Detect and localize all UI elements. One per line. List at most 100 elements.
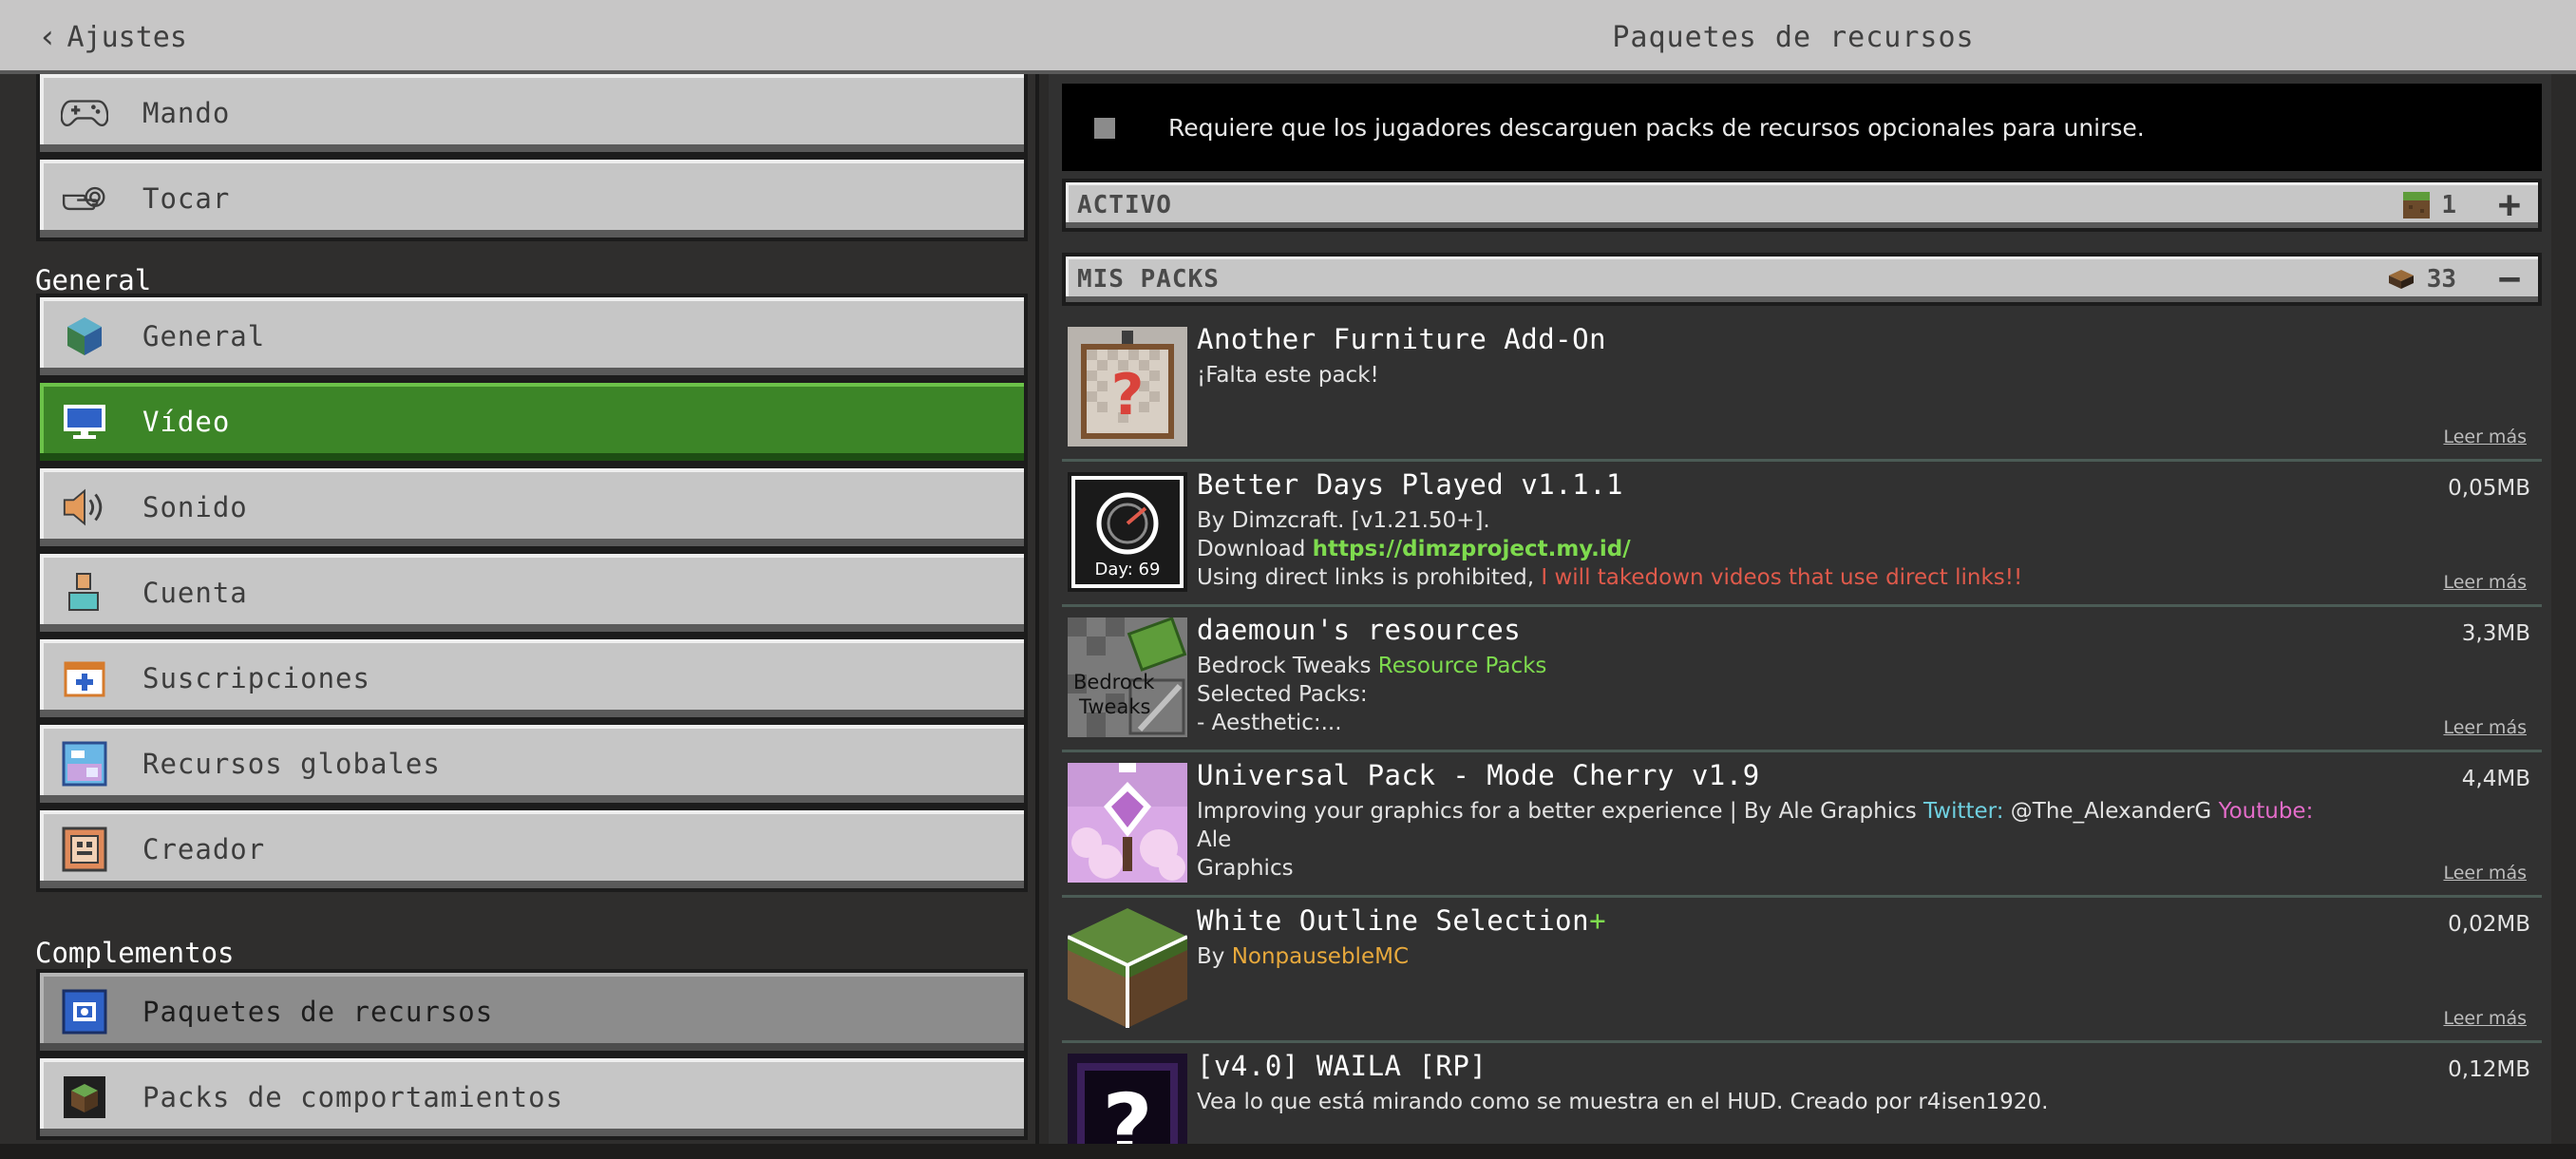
pack-description: Vea lo que está mirando como se muestra …: [1197, 1088, 2337, 1116]
sidebar-item-label: General: [142, 320, 266, 352]
sidebar-item-tocar[interactable]: Tocar: [36, 156, 1028, 241]
pack-thumbnail: [1068, 763, 1187, 883]
desc-text: By: [1197, 944, 1232, 969]
my-packs-header-label: MIS PACKS: [1077, 265, 1220, 294]
pack-thumbnail: ?: [1068, 1054, 1187, 1144]
cube-icon: [61, 313, 108, 360]
pack-size: 3,3MB: [2461, 621, 2530, 646]
pack-desc-line: Vea lo que está mirando como se muestra …: [1197, 1090, 2049, 1114]
pack-desc-line: Improving your graphics for a better exp…: [1197, 797, 2337, 854]
read-more-link[interactable]: Leer más: [2443, 1008, 2527, 1029]
sidebar-item-paquetes-de-recursos[interactable]: Paquetes de recursos: [36, 969, 1028, 1054]
resource-pack-icon: [61, 988, 108, 1036]
page-title: Paquetes de recursos: [1612, 20, 1975, 54]
sidebar-item-sonido[interactable]: Sonido: [36, 465, 1028, 550]
account-icon: [61, 569, 108, 617]
sidebar-item-label: Tocar: [142, 182, 231, 215]
gamepad-icon: [61, 89, 108, 137]
sidebar-item-label: Recursos globales: [142, 748, 441, 780]
sidebar-item-label: Suscripciones: [142, 662, 370, 694]
pack-item[interactable]: ? [v4.0] WAILA [RP] Vea lo que está mira…: [1062, 1046, 2542, 1144]
top-bar: ‹ Ajustes Paquetes de recursos: [0, 0, 2576, 74]
desc-text: Bedrock Tweaks: [1197, 654, 1378, 678]
desc-text: Using direct links is prohibited,: [1197, 565, 1542, 590]
youtube-label: Youtube:: [2218, 799, 2314, 824]
pack-missing-text: ¡Falta este pack!: [1197, 363, 1379, 388]
twitter-label: Twitter:: [1923, 799, 2004, 824]
pack-desc-line: Graphics: [1197, 856, 1294, 881]
read-more-link[interactable]: Leer más: [2443, 427, 2527, 447]
my-packs-count-value: 33: [2426, 265, 2456, 294]
section-title-general: General: [35, 264, 152, 296]
pack-name-text: White Outline Selection: [1197, 904, 1590, 937]
sidebar-item-suscripciones[interactable]: Suscripciones: [36, 636, 1028, 721]
sidebar-item-video[interactable]: Vídeo: [36, 379, 1028, 465]
collapse-packs-button[interactable]: −: [2498, 256, 2521, 302]
pack-thumbnail: Bedrock Tweaks: [1068, 618, 1187, 737]
pack-item[interactable]: Bedrock Tweaks daemoun's resources Bedro…: [1062, 610, 2542, 752]
monitor-icon: [61, 398, 108, 446]
pack-desc-line: By NonpausebleMC: [1197, 942, 2337, 971]
back-button[interactable]: ‹ Ajustes: [38, 0, 187, 74]
desc-text: Improving your graphics for a better exp…: [1197, 799, 1924, 824]
desc-text: Ale: [1197, 827, 1232, 852]
svg-text:?: ?: [1111, 362, 1145, 428]
download-link[interactable]: https://dimzproject.my.id/: [1313, 537, 1631, 561]
pack-name-plus: +: [1589, 904, 1607, 937]
sidebar-item-creador[interactable]: Creador: [36, 807, 1028, 892]
pack-description: By Dimzcraft. [v1.21.50+]. Download http…: [1197, 506, 2337, 592]
sidebar-item-packs-de-comportamientos[interactable]: Packs de comportamientos: [36, 1054, 1028, 1140]
pack-name: [v4.0] WAILA [RP]: [1197, 1050, 1487, 1082]
read-more-link[interactable]: Leer más: [2443, 717, 2527, 738]
pack-description: By NonpausebleMC: [1197, 942, 2337, 971]
globe-image-icon: [61, 740, 108, 788]
speaker-icon: [61, 484, 108, 531]
thumb-label: Bedrock: [1073, 671, 1155, 694]
active-packs-header[interactable]: ACTIVO 1 +: [1062, 179, 2542, 232]
pack-item[interactable]: Universal Pack - Mode Cherry v1.9 Improv…: [1062, 755, 2542, 898]
pack-item[interactable]: White Outline Selection+ By NonpausebleM…: [1062, 901, 2542, 1043]
sidebar-item-general[interactable]: General: [36, 294, 1028, 379]
sidebar-item-mando[interactable]: Mando: [36, 74, 1028, 156]
resource-packs-panel[interactable]: Requiere que los jugadores descarguen pa…: [1049, 74, 2551, 1144]
desc-text: Download: [1197, 537, 1313, 561]
pack-description: Improving your graphics for a better exp…: [1197, 797, 2337, 883]
sidebar-item-recursos-globales[interactable]: Recursos globales: [36, 721, 1028, 807]
pack-thumbnail: [1068, 908, 1187, 1028]
my-packs-header[interactable]: MIS PACKS 33 −: [1062, 253, 2542, 306]
pack-item[interactable]: ? Another Furniture Add-On ¡Falta este p…: [1062, 319, 2542, 462]
pack-name: Better Days Played v1.1.1: [1197, 468, 1623, 501]
settings-sidebar[interactable]: Mando Tocar General General Vídeo Sonido…: [0, 74, 1039, 1144]
active-count: 1: [2403, 182, 2456, 228]
sidebar-item-label: Vídeo: [142, 406, 231, 438]
svg-text:?: ?: [1102, 1075, 1152, 1144]
notice-text: Requiere que los jugadores descarguen pa…: [1168, 113, 2145, 142]
pack-description: ¡Falta este pack!: [1197, 361, 2337, 390]
sidebar-item-label: Mando: [142, 97, 231, 129]
my-packs-count: 33: [2387, 256, 2456, 302]
pack-desc-line: - Aesthetic:...: [1197, 711, 1342, 735]
pack-item[interactable]: Day: 69 Better Days Played v1.1.1 By Dim…: [1062, 465, 2542, 607]
pack-thumbnail: Day: 69: [1068, 472, 1187, 592]
read-more-link[interactable]: Leer más: [2443, 572, 2527, 593]
section-title-complementos: Complementos: [35, 937, 235, 969]
warning-text: I will takedown videos that use direct l…: [1541, 565, 2023, 590]
sidebar-item-label: Sonido: [142, 491, 248, 523]
active-header-label: ACTIVO: [1077, 191, 1172, 219]
sidebar-item-label: Packs de comportamientos: [142, 1081, 564, 1113]
sidebar-item-cuenta[interactable]: Cuenta: [36, 550, 1028, 636]
optional-packs-notice: Requiere que los jugadores descarguen pa…: [1062, 84, 2542, 171]
touch-icon: [61, 175, 108, 222]
pack-desc-line: By Dimzcraft. [v1.21.50+].: [1197, 508, 1490, 533]
pack-desc-line: Using direct links is prohibited, I will…: [1197, 563, 2337, 592]
read-more-link[interactable]: Leer más: [2443, 863, 2527, 884]
add-pack-button[interactable]: +: [2498, 182, 2521, 228]
pack-stack-icon: [2388, 270, 2414, 289]
pack-desc-line: Bedrock Tweaks Resource Packs: [1197, 652, 2337, 680]
require-packs-checkbox[interactable]: [1094, 118, 1115, 139]
pack-description: Bedrock Tweaks Resource Packs Selected P…: [1197, 652, 2337, 737]
desc-highlight: Resource Packs: [1377, 654, 1547, 678]
thumb-day-text: Day: 69: [1094, 560, 1161, 580]
twitter-handle: @The_AlexanderG: [2003, 799, 2219, 824]
pack-thumbnail: ?: [1068, 327, 1187, 446]
